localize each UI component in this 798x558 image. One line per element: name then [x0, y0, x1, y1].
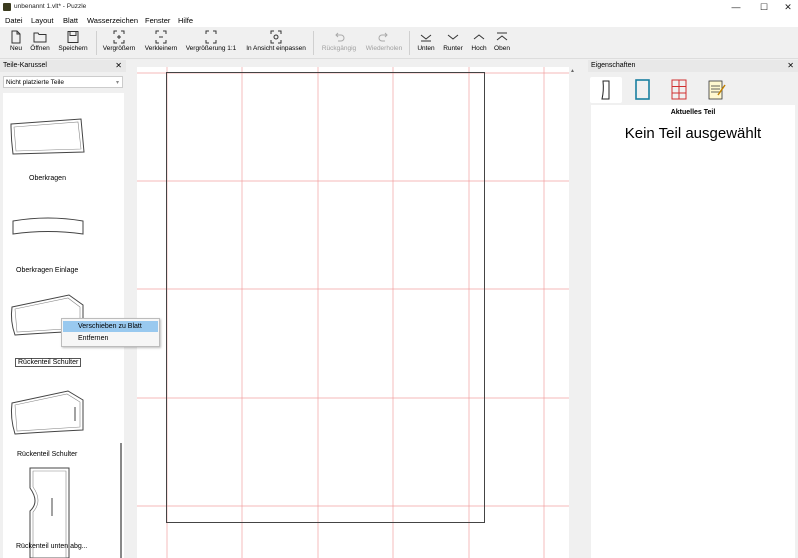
- move-up-label: Hoch: [471, 45, 487, 52]
- carousel-scrollbar[interactable]: [120, 443, 122, 558]
- tab-current-piece[interactable]: [590, 77, 622, 103]
- context-menu: Verschieben zu Blatt Entfernen: [61, 318, 160, 347]
- tab-layout[interactable]: [700, 77, 732, 103]
- chevron-down-icon: ▾: [115, 80, 119, 86]
- layout-canvas[interactable]: [137, 67, 575, 558]
- remove-item[interactable]: Entfernen: [63, 333, 158, 344]
- save-icon: [67, 31, 79, 43]
- move-down-button[interactable]: Runter: [442, 30, 464, 56]
- fit-view-icon: [270, 30, 282, 44]
- piece-label[interactable]: Rückenteil Schulter: [17, 451, 77, 458]
- close-icon[interactable]: ✕: [115, 60, 122, 72]
- piece-filter-value: Nicht platzierte Teile: [6, 79, 65, 86]
- sheet-area: [137, 67, 575, 558]
- menu-blatt[interactable]: Blatt: [63, 16, 78, 25]
- zoom-original-icon: [205, 30, 217, 44]
- move-to-sheet-item[interactable]: Verschieben zu Blatt: [63, 321, 158, 332]
- redo-icon: [378, 32, 388, 42]
- toolbar-separator: [313, 31, 314, 55]
- maximize-button[interactable]: ☐: [752, 0, 776, 14]
- piece-shape-rueckenteil-schulter-2: [10, 390, 84, 435]
- bring-to-top-button[interactable]: Oben: [493, 30, 511, 56]
- menu-wasserzeichen[interactable]: Wasserzeichen: [87, 16, 138, 25]
- zoom-in-button[interactable]: Vergrößern: [102, 30, 136, 56]
- piece-label[interactable]: Oberkragen Einlage: [16, 267, 78, 274]
- open-label: Öffnen: [30, 45, 50, 52]
- layout-notepad-icon: [708, 80, 726, 100]
- properties-content: Aktuelles Teil Kein Teil ausgewählt: [591, 105, 795, 558]
- new-file-icon: [11, 30, 21, 44]
- top-icon: [496, 32, 508, 41]
- toolbar-separator: [96, 31, 97, 55]
- close-icon[interactable]: ✕: [787, 60, 794, 72]
- menu-layout[interactable]: Layout: [31, 16, 54, 25]
- bottom-label: Unten: [417, 45, 435, 52]
- toolbar-separator: [409, 31, 410, 55]
- fit-in-view-label: In Ansicht einpassen: [246, 45, 306, 52]
- tab-tiles[interactable]: [663, 77, 695, 103]
- piece-label[interactable]: Oberkragen: [29, 175, 66, 182]
- move-down-label: Runter: [443, 45, 463, 52]
- title-bar: unbenannt 1.vlt* - Puzzle — ☐ ✕: [0, 0, 798, 14]
- chevron-up-icon: [473, 34, 485, 40]
- zoom-out-icon: [155, 30, 167, 44]
- redo-button[interactable]: Wiederholen: [364, 30, 404, 56]
- undo-button[interactable]: Rückgängig: [321, 30, 357, 56]
- sheet-icon: [635, 79, 650, 100]
- panel-title: Teile-Karussel: [3, 62, 47, 69]
- zoom-out-button[interactable]: Verkleinern: [143, 30, 179, 56]
- menu-datei[interactable]: Datei: [5, 16, 23, 25]
- sheet-border: [166, 72, 485, 523]
- menu-hilfe[interactable]: Hilfe: [178, 16, 193, 25]
- fit-in-view-button[interactable]: In Ansicht einpassen: [245, 30, 307, 56]
- undo-label: Rückgängig: [321, 45, 357, 52]
- zoom-1-1-button[interactable]: Vergrößerung 1:1: [184, 30, 238, 56]
- pieces-carousel-panel: Teile-Karussel ✕ Nicht platzierte Teile …: [0, 60, 126, 558]
- menu-fenster[interactable]: Fenster: [145, 16, 170, 25]
- piece-icon: [601, 80, 610, 100]
- bottom-icon: [420, 34, 432, 42]
- piece-filter-select[interactable]: Nicht platzierte Teile ▾: [3, 76, 123, 88]
- tab-sheet[interactable]: [626, 77, 658, 103]
- minimize-button[interactable]: —: [724, 0, 748, 14]
- zoom-out-label: Verkleinern: [144, 45, 178, 52]
- piece-shape-oberkragen: [10, 118, 85, 155]
- folder-icon: [33, 32, 47, 43]
- tile-grid: [137, 67, 575, 558]
- chevron-down-icon: [447, 34, 459, 40]
- panel-header: Eigenschaften ✕: [588, 60, 798, 72]
- piece-label[interactable]: Rückenteil unten abg...: [16, 543, 88, 550]
- redo-label: Wiederholen: [365, 45, 403, 52]
- zoom-in-label: Vergrößern: [102, 45, 136, 52]
- properties-panel: Eigenschaften ✕ Aktuelles Teil Kein Teil…: [588, 60, 798, 558]
- panel-title: Eigenschaften: [591, 62, 636, 69]
- canvas-scrollbar[interactable]: ▲: [569, 67, 577, 558]
- top-label: Oben: [494, 45, 510, 52]
- toolbar: Neu Öffnen Speichern Vergrößern Verklein…: [0, 27, 798, 59]
- piece-shape-oberkragen-einlage: [12, 217, 84, 235]
- zoom-in-icon: [113, 30, 125, 44]
- open-button[interactable]: Öffnen: [28, 30, 52, 56]
- save-button[interactable]: Speichern: [57, 30, 89, 56]
- tiles-icon: [671, 79, 687, 100]
- section-title: Aktuelles Teil: [670, 109, 716, 116]
- new-button[interactable]: Neu: [6, 30, 26, 56]
- zoom-1-1-label: Vergrößerung 1:1: [185, 45, 237, 52]
- new-label: Neu: [10, 45, 22, 52]
- save-label: Speichern: [58, 45, 88, 52]
- menu-bar: Datei Layout Blatt Wasserzeichen Fenster…: [0, 14, 798, 27]
- no-piece-message: Kein Teil ausgewählt: [624, 125, 762, 142]
- undo-icon: [335, 32, 345, 42]
- piece-label-selected[interactable]: Rückenteil Schulter: [15, 358, 82, 367]
- scroll-up-icon[interactable]: ▲: [570, 68, 575, 74]
- window-title: unbenannt 1.vlt* - Puzzle: [14, 3, 87, 10]
- send-to-bottom-button[interactable]: Unten: [416, 30, 436, 56]
- close-button[interactable]: ✕: [776, 0, 798, 14]
- panel-header: Teile-Karussel ✕: [0, 60, 126, 72]
- move-up-button[interactable]: Hoch: [470, 30, 488, 56]
- app-icon: [3, 3, 11, 11]
